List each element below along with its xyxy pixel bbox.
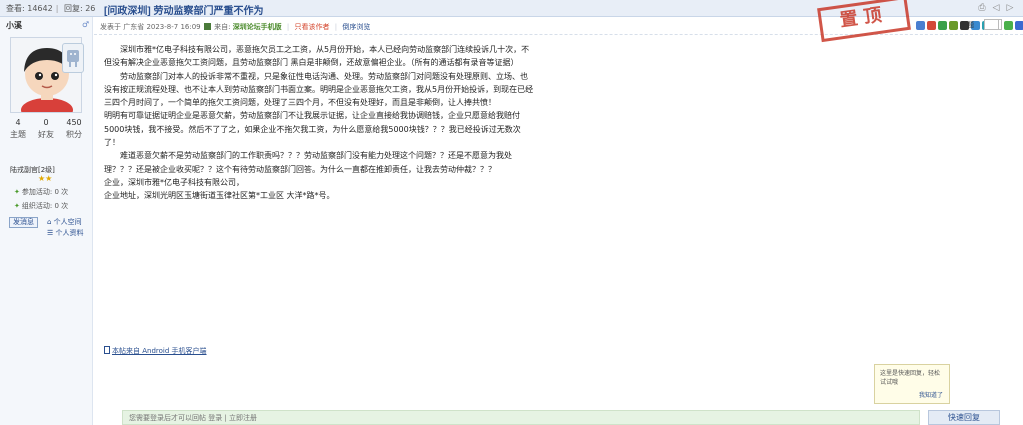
leaf-icon: ✦ <box>14 188 20 196</box>
quick-reply-box[interactable] <box>122 410 920 425</box>
pinned-stamp: 置顶 <box>817 0 911 43</box>
send-message-button[interactable]: 发消息 <box>9 217 38 228</box>
post-paragraph: 企业，深圳市雅*亿电子科技有限公司， <box>104 177 244 187</box>
gender-icon: ♂ <box>82 20 90 29</box>
friends-icon[interactable] <box>949 21 958 30</box>
report-icon[interactable] <box>1015 21 1023 30</box>
rank-stars: ★★ <box>38 174 53 183</box>
next-thread-icon[interactable]: ▷ <box>1005 3 1015 13</box>
author-panel: 小溪 ♂ 4 主题 0 好友 450 积分 陆戎副官[2级] ★★ ✦ 参加活动… <box>0 17 93 425</box>
reverse-order-link[interactable]: 倒序浏览 <box>342 23 370 31</box>
quick-reply-tooltip: 这里是快速回复，轻松试试哦 我知道了 <box>874 364 950 404</box>
post-paragraph: 劳动监察部门对本人的投诉非常不重视，只是象征性电话沟通、处理。劳动监察部门对问题… <box>104 71 534 108</box>
tooltip-dismiss-link[interactable]: 我知道了 <box>919 391 943 400</box>
phone-icon <box>203 23 211 30</box>
post-paragraph: 明明有可靠证据证明企业是恶意欠薪，劳动监察部门不让我展示证据，让企业直接给我协调… <box>104 111 521 148</box>
share-icon[interactable] <box>916 21 925 30</box>
author-links: ⌂ 个人空间 ☰ 个人资料 <box>47 217 84 239</box>
tooltip-text: 这里是快速回复，轻松试试哦 <box>880 370 941 386</box>
thread-stats: 查看: 14642 | 回复: 26 <box>6 4 96 13</box>
android-client-link[interactable]: 本帖来自 Android 手机客户端 <box>104 346 207 356</box>
post-header: 发表于 广东省 2023-8-7 16:09 来自: 深圳论坛手机版 | 只看该… <box>94 0 1023 43</box>
replies-label: 回复 <box>63 4 80 13</box>
top-tools: ⎙ ◁ ▷ <box>977 3 1015 13</box>
views-count: 14642 <box>27 4 53 13</box>
phone-icon <box>104 346 110 354</box>
profile-link[interactable]: ☰ 个人资料 <box>47 228 84 239</box>
count-topics[interactable]: 4 主题 <box>10 118 26 140</box>
font-size-label: 主题 <box>960 21 974 29</box>
quick-reply-button[interactable]: 快速回复 <box>928 410 1000 425</box>
author-counts: 4 主题 0 好友 450 积分 <box>4 118 88 140</box>
leaf-icon: ✦ <box>14 202 20 210</box>
from-client-link[interactable]: 深圳论坛手机版 <box>233 23 282 31</box>
thread-title[interactable]: [问政深圳] 劳动监察部门严重不作为 <box>104 2 263 17</box>
replies-count: 26 <box>85 4 96 13</box>
count-points[interactable]: 450 积分 <box>66 118 82 140</box>
print-icon[interactable]: ⎙ <box>977 3 987 13</box>
wechat-icon[interactable] <box>938 21 947 30</box>
post-content: 深圳市雅*亿电子科技有限公司，恶意拖欠员工之工资，从5月份开始，本人已经向劳动监… <box>104 43 534 203</box>
author-only-link[interactable]: 只看该作者 <box>295 23 330 31</box>
weibo-icon[interactable] <box>927 21 936 30</box>
personal-space-link[interactable]: ⌂ 个人空间 <box>47 217 84 228</box>
quick-reply-input[interactable] <box>123 411 919 424</box>
count-friends[interactable]: 0 好友 <box>38 118 54 140</box>
post-meta: 发表于 广东省 2023-8-7 16:09 来自: 深圳论坛手机版 | 只看该… <box>100 23 371 31</box>
post-paragraph: 企业地址，深圳光明区玉塘街道玉律社区第*工业区 大洋*路*号。 <box>104 191 335 201</box>
author-name[interactable]: 小溪 <box>6 20 22 31</box>
from-label: 来自: <box>214 23 231 31</box>
prev-thread-icon[interactable]: ◁ <box>991 3 1001 13</box>
post-paragraph: 深圳市雅*亿电子科技有限公司，恶意拖欠员工之工资，从5月份开始，本人已经向劳动监… <box>104 45 530 68</box>
android-client-icon <box>62 43 84 73</box>
joined-events: ✦ 参加活动: 0 次 <box>14 188 69 196</box>
post-paragraph: 难道恶意欠薪不是劳动监察部门的工作职责吗？？？劳动监察部门没有能力处理这个问题？… <box>104 151 512 174</box>
chevron-down-icon[interactable] <box>998 19 1006 30</box>
views-label: 查看 <box>6 4 22 13</box>
post-time: 发表于 广东省 2023-8-7 16:09 <box>100 23 201 31</box>
organized-events: ✦ 组织活动: 0 次 <box>14 202 69 210</box>
